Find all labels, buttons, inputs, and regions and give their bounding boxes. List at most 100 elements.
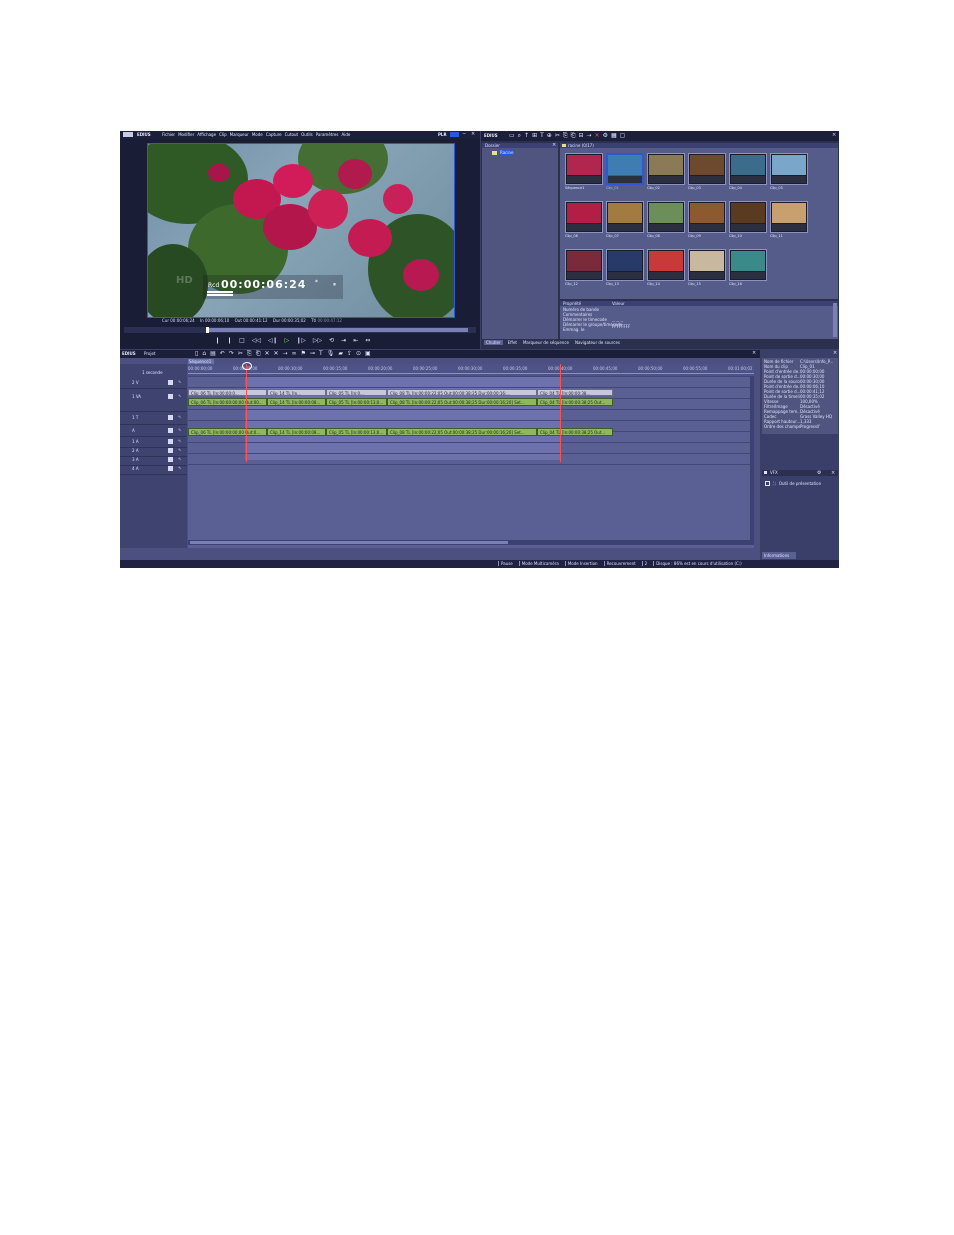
new-sequence-icon[interactable]: ⊞ (532, 132, 537, 140)
track-sync-icon[interactable]: ∿ (178, 393, 181, 398)
menu-item-6[interactable]: Capture (266, 132, 282, 137)
audio-clip[interactable]: Clip_06 TL [In:00:00:00;00 Out:0... (188, 428, 267, 436)
vfx-checkbox[interactable] (765, 481, 770, 486)
view-icon[interactable]: ⊟ (578, 132, 583, 140)
menu-item-8[interactable]: Outils (301, 132, 313, 137)
track-toggle-icon[interactable] (168, 394, 173, 399)
mode-label[interactable]: PLR (438, 132, 447, 137)
close-icon[interactable]: × (471, 131, 475, 137)
menu-item-0[interactable]: Fichier (162, 132, 175, 137)
window-icon[interactable]: ▢ (620, 132, 626, 140)
video-clip[interactable]: Clip_04 TL [In:00:00:38;25 Out... (537, 398, 613, 406)
menu-item-3[interactable]: Clip (219, 132, 227, 137)
cut-icon[interactable]: ✂ (238, 350, 243, 358)
thumbnail-frame[interactable] (729, 153, 767, 185)
thumbnail-frame[interactable] (688, 201, 726, 233)
title-clip[interactable]: Clip_14 TL [In... (267, 389, 326, 396)
thumbnail-frame[interactable] (688, 153, 726, 185)
playhead-handle-icon[interactable] (242, 362, 252, 370)
rewind-icon[interactable]: ◁◁ (252, 337, 261, 344)
match-frame-icon[interactable]: ⇔ (365, 337, 370, 344)
track-sync-icon[interactable]: ∿ (178, 447, 181, 452)
track-toggle-icon[interactable] (168, 457, 173, 462)
menu-item-1[interactable]: Modifier (178, 132, 194, 137)
clip-thumbnail[interactable]: Clip_09 (688, 201, 726, 245)
track-toggle-icon[interactable] (168, 428, 173, 433)
link-icon[interactable]: ∞ (292, 350, 297, 358)
clip-thumbnail[interactable]: Clip_11 (770, 201, 808, 245)
clip-thumbnail[interactable]: Clip_07 (606, 201, 644, 245)
copy-icon[interactable]: ⎘ (247, 350, 252, 358)
thumbnail-frame[interactable] (729, 249, 767, 281)
audio-clip[interactable]: Clip_08 TL [In:00:00:22;05 Out:00:00:38;… (387, 428, 537, 436)
info-close-icon[interactable]: × (833, 350, 837, 356)
thumbnail-frame[interactable] (647, 153, 685, 185)
clip-thumbnail[interactable]: Clip_01 (606, 153, 644, 197)
track-toggle-icon[interactable] (168, 380, 173, 385)
menu-item-4[interactable]: Marqueur (230, 132, 249, 137)
menu-item-10[interactable]: Aide (341, 132, 350, 137)
audio-clip[interactable]: Clip_05 TL [In:00:00:13;0... (326, 428, 387, 436)
mode-toggle-icon[interactable] (450, 132, 459, 137)
time-ruler[interactable]: 00:00:00;0000:00:05;0000:00:10;0000:00:1… (188, 364, 754, 376)
overwrite-icon[interactable]: ⇤ (353, 337, 358, 344)
track-sync-icon[interactable]: ∿ (178, 456, 181, 461)
audio-clip[interactable]: Clip_04 TL [In:00:00:38;25 Out... (537, 428, 613, 436)
loop-icon[interactable]: ⟲ (329, 337, 334, 344)
copy-icon[interactable]: ⎘ (563, 132, 568, 140)
paste-icon[interactable]: ⎗ (256, 350, 261, 358)
track-toggle-icon[interactable] (168, 439, 173, 444)
position-slider[interactable] (124, 327, 476, 333)
thumbnail-frame[interactable] (606, 201, 644, 233)
title-clip[interactable]: Clip_08 TL [In:00:00:22;05 Out:00:00:38;… (387, 389, 537, 396)
clip-thumbnail[interactable]: Clip_12 (565, 249, 603, 293)
stop-icon[interactable]: □ (239, 337, 245, 344)
clip-thumbnail[interactable]: Séquence1 (565, 153, 603, 197)
clip-thumbnail[interactable]: Clip_03 (688, 153, 726, 197)
delete-icon[interactable]: ✕ (595, 132, 600, 140)
video-clip[interactable]: Clip_06 TL [In:00:00:00;00 Out:00... (188, 398, 267, 406)
thumbnail-frame[interactable] (606, 153, 644, 185)
title-clip[interactable]: Clip_05 TL [In:0... (326, 389, 387, 396)
render-icon[interactable]: ▰ (338, 350, 343, 358)
paste-icon[interactable]: ⎗ (571, 132, 576, 140)
clip-thumbnail[interactable]: Clip_05 (770, 153, 808, 197)
bin-tab-3[interactable]: Navigateur de sources (574, 340, 621, 345)
vfx-settings-icon[interactable]: ⚙ (817, 470, 821, 476)
title-clip[interactable]: Clip_04 TL [In:00:00:38... (537, 389, 613, 396)
video-clip[interactable]: Clip_08 TL [In:00:00:22;05 Out:00:00:38;… (387, 398, 537, 406)
track-sync-icon[interactable]: ∿ (178, 438, 181, 443)
snap-icon[interactable]: ⊸ (310, 350, 315, 358)
add-cut-icon[interactable]: ⇢ (283, 350, 288, 358)
voice-over-icon[interactable]: 🎙 (327, 350, 335, 358)
props-scrollbar[interactable] (833, 303, 837, 337)
title-clip[interactable]: Clip_06 TL [In:00:00:0... (188, 389, 267, 396)
thumbnail-frame[interactable] (565, 249, 603, 281)
open-project-icon[interactable]: ⌂ (202, 350, 206, 358)
track-sync-icon[interactable]: ∿ (178, 414, 181, 419)
bin-tab-1[interactable]: Effet (507, 340, 518, 345)
step-forward-icon[interactable]: ❙▷ (296, 337, 306, 344)
video-clip[interactable]: Clip_14 TL [In:00:00:08... (267, 398, 326, 406)
timeline-close-icon[interactable]: × (752, 350, 756, 356)
bin-tab-2[interactable]: Marqueur de séquence (522, 340, 570, 345)
thumbnail-frame[interactable] (770, 201, 808, 233)
clip-thumbnail[interactable]: Clip_06 (565, 201, 603, 245)
clip-thumbnail[interactable]: Clip_10 (729, 201, 767, 245)
up-folder-icon[interactable]: ↑ (524, 132, 529, 140)
fast-forward-icon[interactable]: ▷▷ (313, 337, 322, 344)
video-clip[interactable]: Clip_05 TL [In:00:00:13;0... (326, 398, 387, 406)
thumbnail-frame[interactable] (770, 153, 808, 185)
thumbnail-frame[interactable] (565, 201, 603, 233)
clip-thumbnail[interactable]: Clip_13 (606, 249, 644, 293)
clip-thumbnail[interactable]: Clip_14 (647, 249, 685, 293)
title-icon[interactable]: T (540, 132, 544, 140)
settings-icon[interactable]: ▣ (365, 350, 371, 358)
menu-item-7[interactable]: Cutout (285, 132, 298, 137)
horizontal-scrollbar[interactable] (188, 540, 754, 545)
clip-thumbnail[interactable]: Clip_04 (729, 153, 767, 197)
track-toggle-icon[interactable] (168, 466, 173, 471)
menu-item-5[interactable]: Mode (252, 132, 263, 137)
track-sync-icon[interactable]: ∿ (178, 465, 181, 470)
info-bottom-tab[interactable]: Informations (762, 552, 796, 559)
